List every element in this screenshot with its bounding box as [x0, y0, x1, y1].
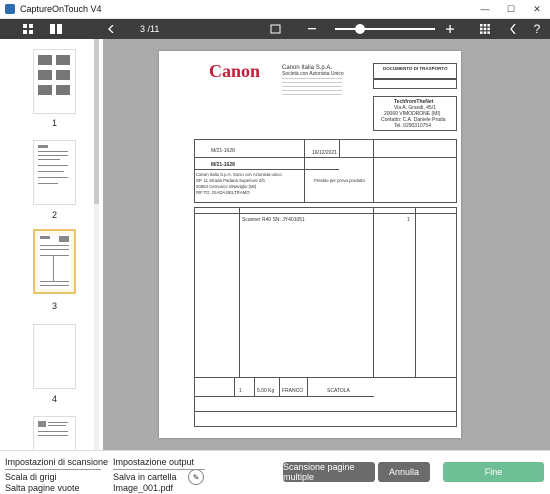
zoom-slider[interactable] — [335, 24, 435, 34]
item-quantity: 1 — [407, 217, 410, 223]
thumbnail-panel: 1 2 3 4 — [0, 39, 103, 450]
zoom-in-icon[interactable] — [444, 19, 456, 39]
causale: Prestito per prova prodotto — [314, 178, 365, 183]
thumbnail-label: 4 — [51, 394, 57, 404]
grid-line — [307, 377, 308, 396]
grid-line — [304, 139, 305, 203]
fit-page-icon[interactable] — [268, 19, 282, 39]
page-counter: 3 /11 — [140, 24, 160, 34]
bottom-panel: Impostazioni di scansione Scala di grigi… — [0, 450, 550, 494]
doc-sub-box — [373, 79, 457, 89]
divider — [5, 469, 101, 470]
grid-line — [279, 377, 280, 396]
output-settings-title: Impostazione output — [113, 457, 195, 467]
grid-line — [373, 139, 374, 203]
title-bar: CaptureOnTouch V4 — ☐ ✕ — [0, 0, 550, 19]
back-icon[interactable] — [507, 19, 519, 39]
canon-logo: Canon — [209, 61, 261, 81]
grid-line — [373, 207, 374, 377]
edit-output-button[interactable]: ✎ — [188, 469, 204, 485]
grid-line — [254, 377, 255, 396]
grid-line — [194, 411, 457, 412]
grid-line — [194, 169, 339, 170]
sender-line-4: RIF.TO: GIADA BELTRAMO — [196, 190, 250, 195]
grid-line — [194, 157, 457, 158]
thumbnail-page-2[interactable] — [33, 140, 76, 205]
save-mode: Salva in cartella — [113, 472, 177, 482]
thumbnail-label: 1 — [51, 118, 57, 128]
document-page: Canon Canon Italia S.p.A. Società con Az… — [159, 51, 461, 438]
grid-line — [239, 207, 240, 377]
scan-settings-title: Impostazioni di scansione — [5, 457, 109, 467]
thumbnail-page-1[interactable] — [33, 49, 76, 114]
scan-mode: Scala di grigi — [5, 472, 57, 482]
package-weight: 5.00 Kg — [257, 388, 275, 394]
zoom-slider-handle[interactable] — [355, 24, 365, 34]
grid-line — [415, 207, 416, 377]
multi-page-scan-button[interactable]: Scansione pagine multiple — [283, 462, 375, 482]
maximize-button[interactable]: ☐ — [498, 0, 524, 18]
apps-icon[interactable] — [478, 19, 492, 39]
grid-line — [234, 377, 235, 396]
output-file-name: Image_001.pdf — [113, 483, 174, 493]
aspetto: SCATOLA — [327, 388, 350, 394]
thumbnail-label: 3 — [51, 301, 57, 311]
porto: FRANCO — [282, 388, 304, 394]
app-icon — [5, 4, 15, 14]
document-viewer: Canon Canon Italia S.p.A. Società con Az… — [103, 39, 550, 450]
thumbnail-label: 2 — [51, 210, 57, 220]
recipient-tel: Tel. 0290310754 — [394, 123, 431, 129]
grid-line — [194, 213, 457, 214]
thumbnail-scrollbar[interactable] — [94, 39, 99, 450]
close-button[interactable]: ✕ — [524, 0, 550, 18]
window-title: CaptureOnTouch V4 — [20, 4, 102, 14]
doc-type: DOCUMENTO DI TRASPORTO — [383, 66, 448, 71]
company-details — [282, 78, 342, 98]
minimize-button[interactable]: — — [472, 0, 498, 18]
item-description: Scanner R40 SN: JY401051 — [242, 217, 305, 223]
two-page-view-icon[interactable] — [48, 19, 64, 39]
finish-button[interactable]: Fine — [443, 462, 544, 482]
doc-number-1: M/21-1628 — [211, 148, 235, 154]
grid-line — [194, 396, 374, 397]
thumbnail-page-5[interactable] — [33, 416, 76, 450]
company-sub: Società con Azionista Unico — [282, 71, 344, 77]
doc-number-2: M/21-1628 — [211, 162, 235, 168]
thumbnail-page-3[interactable] — [33, 229, 76, 294]
help-icon[interactable]: ? — [531, 19, 543, 39]
package-count: 1 — [239, 388, 242, 394]
pencil-icon: ✎ — [192, 472, 200, 482]
previous-page-icon[interactable] — [105, 19, 117, 39]
cancel-button[interactable]: Annulla — [378, 462, 430, 482]
grid-line — [339, 139, 340, 157]
toolbar: 3 /11 ? — [0, 19, 550, 39]
doc-date: 16/12/2021 — [312, 150, 338, 156]
scrollbar-thumb[interactable] — [94, 39, 99, 204]
skip-blank-pages: Salta pagine vuote — [5, 483, 80, 493]
grid-view-icon[interactable] — [20, 19, 36, 39]
thumbnail-page-4[interactable] — [33, 324, 76, 389]
zoom-out-icon[interactable] — [306, 19, 318, 39]
